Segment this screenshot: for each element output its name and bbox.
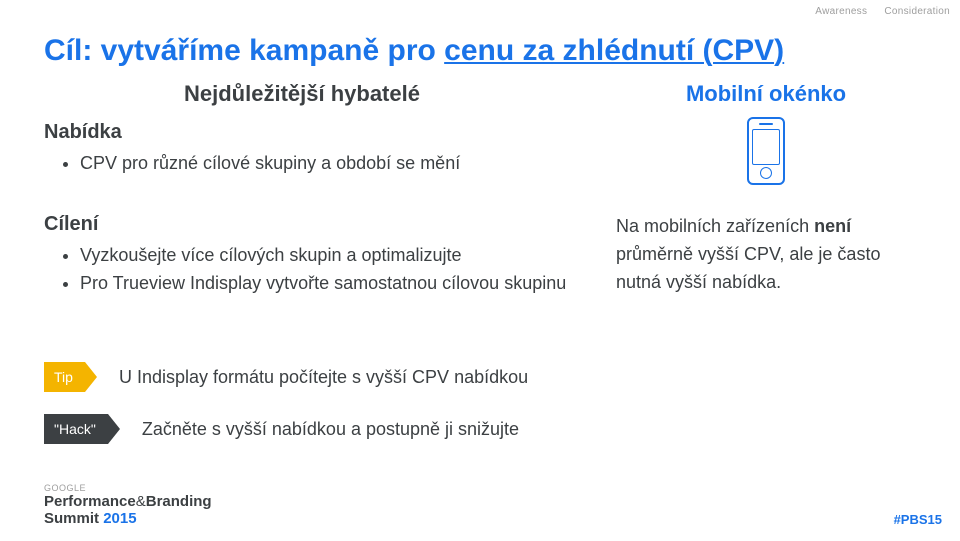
footer-line1: Performance&Branding bbox=[44, 494, 212, 511]
mid-row: Cílení Vyzkoušejte více cílových skupin … bbox=[44, 213, 916, 316]
stage-consideration: Consideration bbox=[884, 6, 950, 17]
tip-tag: Tip bbox=[44, 362, 85, 392]
cileni-bullets: Vyzkoušejte více cílových skupin a optim… bbox=[80, 242, 586, 298]
tags: Tip U Indisplay formátu počítejte s vyšš… bbox=[44, 362, 528, 466]
page-title: Cíl: vytváříme kampaně pro cenu za zhléd… bbox=[44, 34, 916, 69]
hack-tag: "Hack" bbox=[44, 414, 108, 444]
footer-brand-b: Branding bbox=[146, 493, 212, 510]
mobile-note-part1: Na mobilních zařízeních bbox=[616, 216, 814, 236]
section-cileni-label: Cílení bbox=[44, 213, 586, 236]
cileni-item: Vyzkoušejte více cílových skupin a optim… bbox=[80, 242, 586, 270]
hack-text: Začněte s vyšší nabídkou a postupně ji s… bbox=[142, 419, 519, 440]
funnel-stages: Awareness Consideration bbox=[801, 6, 950, 17]
phone-screen bbox=[752, 129, 780, 165]
mobile-note: Na mobilních zařízeních není průměrně vy… bbox=[616, 213, 916, 297]
mobile-note-bold: není bbox=[814, 216, 851, 236]
footer-perf: Performance bbox=[44, 493, 136, 510]
stage-awareness: Awareness bbox=[815, 6, 867, 17]
cileni-col: Cílení Vyzkoušejte více cílových skupin … bbox=[44, 213, 616, 316]
mobile-col: Mobilní okénko bbox=[616, 81, 916, 185]
hashtag: #PBS15 bbox=[894, 512, 942, 527]
slide: Awareness Consideration Cíl: vytváříme k… bbox=[0, 0, 960, 541]
subtitle-col: Nejdůležitější hybatelé Nabídka CPV pro … bbox=[44, 81, 616, 196]
nabidka-item: CPV pro různé cílové skupiny a období se… bbox=[80, 150, 616, 178]
subtitle: Nejdůležitější hybatelé bbox=[184, 81, 616, 107]
cileni-item: Pro Trueview Indisplay vytvořte samostat… bbox=[80, 270, 586, 298]
mobile-window-label: Mobilní okénko bbox=[616, 81, 916, 107]
tip-text: U Indisplay formátu počítejte s vyšší CP… bbox=[119, 367, 528, 388]
footer-year: 2015 bbox=[103, 510, 136, 527]
hack-row: "Hack" Začněte s vyšší nabídkou a postup… bbox=[44, 414, 528, 444]
title-prefix: Cíl: vytváříme kampaně pro bbox=[44, 34, 444, 67]
footer-summit: Summit bbox=[44, 510, 103, 527]
phone-icon bbox=[747, 117, 785, 185]
footer-line2: Summit 2015 bbox=[44, 511, 212, 528]
title-underlined: cenu za zhlédnutí (CPV) bbox=[444, 34, 784, 67]
footer-amp: & bbox=[136, 493, 146, 510]
tip-row: Tip U Indisplay formátu počítejte s vyšš… bbox=[44, 362, 528, 392]
section-nabidka-label: Nabídka bbox=[44, 121, 616, 144]
subtitle-row: Nejdůležitější hybatelé Nabídka CPV pro … bbox=[44, 81, 916, 196]
nabidka-bullets: CPV pro různé cílové skupiny a období se… bbox=[80, 150, 616, 178]
footer-brand: GOOGLE Performance&Branding Summit 2015 bbox=[44, 484, 212, 527]
mobile-note-part2: průměrně vyšší CPV, ale je často nutná v… bbox=[616, 244, 880, 292]
